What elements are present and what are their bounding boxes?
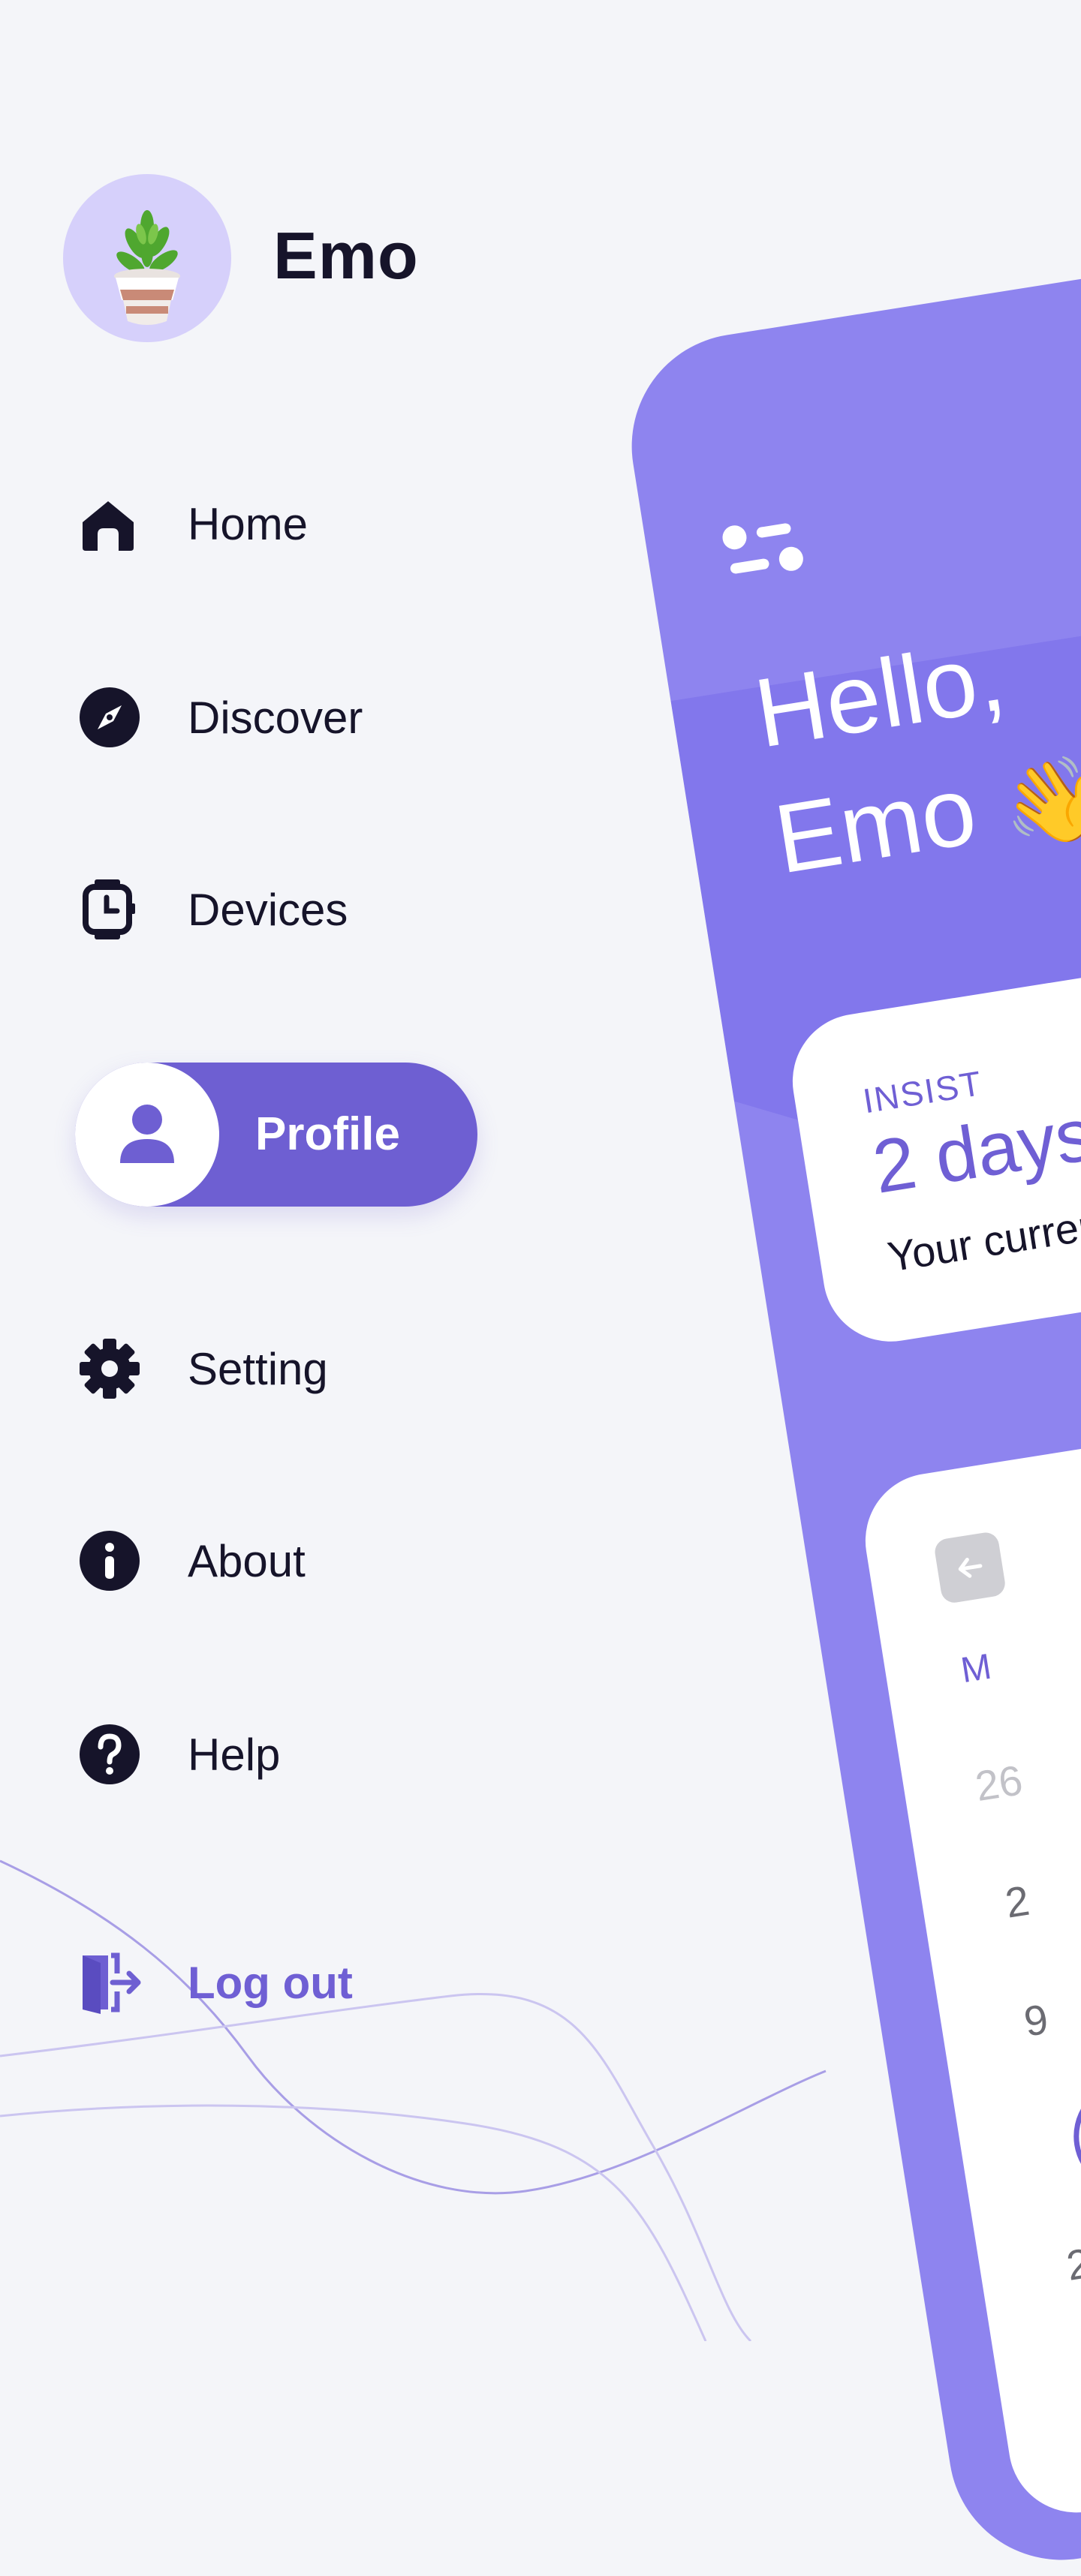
nav-label: About	[188, 1535, 306, 1586]
nav-item-devices[interactable]: Devices	[78, 872, 468, 947]
nav-label: Help	[188, 1729, 281, 1780]
user-icon-holder	[75, 1063, 219, 1207]
waving-hand-icon: 👋	[995, 748, 1081, 856]
calendar-card: M T 26 27 2 3 9 10 16 17 23 2	[855, 1355, 1081, 2523]
nav-item-profile-active[interactable]: Profile	[75, 1063, 477, 1207]
logout-button[interactable]: Log out	[78, 1945, 468, 2020]
weekday-header: M	[958, 1646, 995, 1691]
menu-icon[interactable]	[719, 513, 810, 585]
calendar-day[interactable]: 2	[1002, 1876, 1033, 1928]
nav-label: Log out	[188, 1957, 353, 2008]
nav-label: Setting	[188, 1343, 328, 1394]
nav-label: Discover	[188, 692, 363, 743]
gear-icon	[78, 1336, 144, 1402]
info-icon	[78, 1528, 144, 1594]
nav-item-help[interactable]: Help	[78, 1717, 468, 1792]
nav-item-about[interactable]: About	[78, 1523, 468, 1598]
greeting-text: Hello, Emo 👋	[746, 600, 1081, 909]
nav-item-discover[interactable]: Discover	[78, 680, 468, 755]
calendar-back-button[interactable]	[932, 1530, 1007, 1605]
home-icon	[78, 491, 144, 557]
nav-label: Home	[188, 498, 309, 549]
arrow-left-icon	[958, 1558, 983, 1578]
nav-label: Devices	[188, 884, 348, 935]
calendar-day[interactable]: 23	[1063, 2235, 1081, 2290]
greeting-line-2: Emo	[767, 754, 983, 894]
nav-item-home[interactable]: Home	[78, 486, 468, 561]
drawer-menu: Emo Home Discover Devices Profile Settin…	[0, 0, 495, 2341]
nav-item-setting[interactable]: Setting	[78, 1331, 468, 1406]
help-icon	[78, 1721, 144, 1787]
app-name: Emo	[273, 218, 419, 293]
calendar-day[interactable]: 26	[972, 1755, 1026, 1811]
watch-icon	[78, 876, 144, 942]
avatar[interactable]	[63, 174, 231, 342]
logout-icon	[78, 1949, 144, 2015]
calendar-day[interactable]: 9	[1021, 1994, 1052, 2046]
user-icon	[120, 1105, 174, 1163]
selected-range-highlight	[1065, 2007, 1081, 2201]
nav-label: Profile	[255, 1108, 400, 1160]
potted-plant-avatar-icon	[114, 210, 180, 325]
compass-icon	[78, 684, 144, 750]
